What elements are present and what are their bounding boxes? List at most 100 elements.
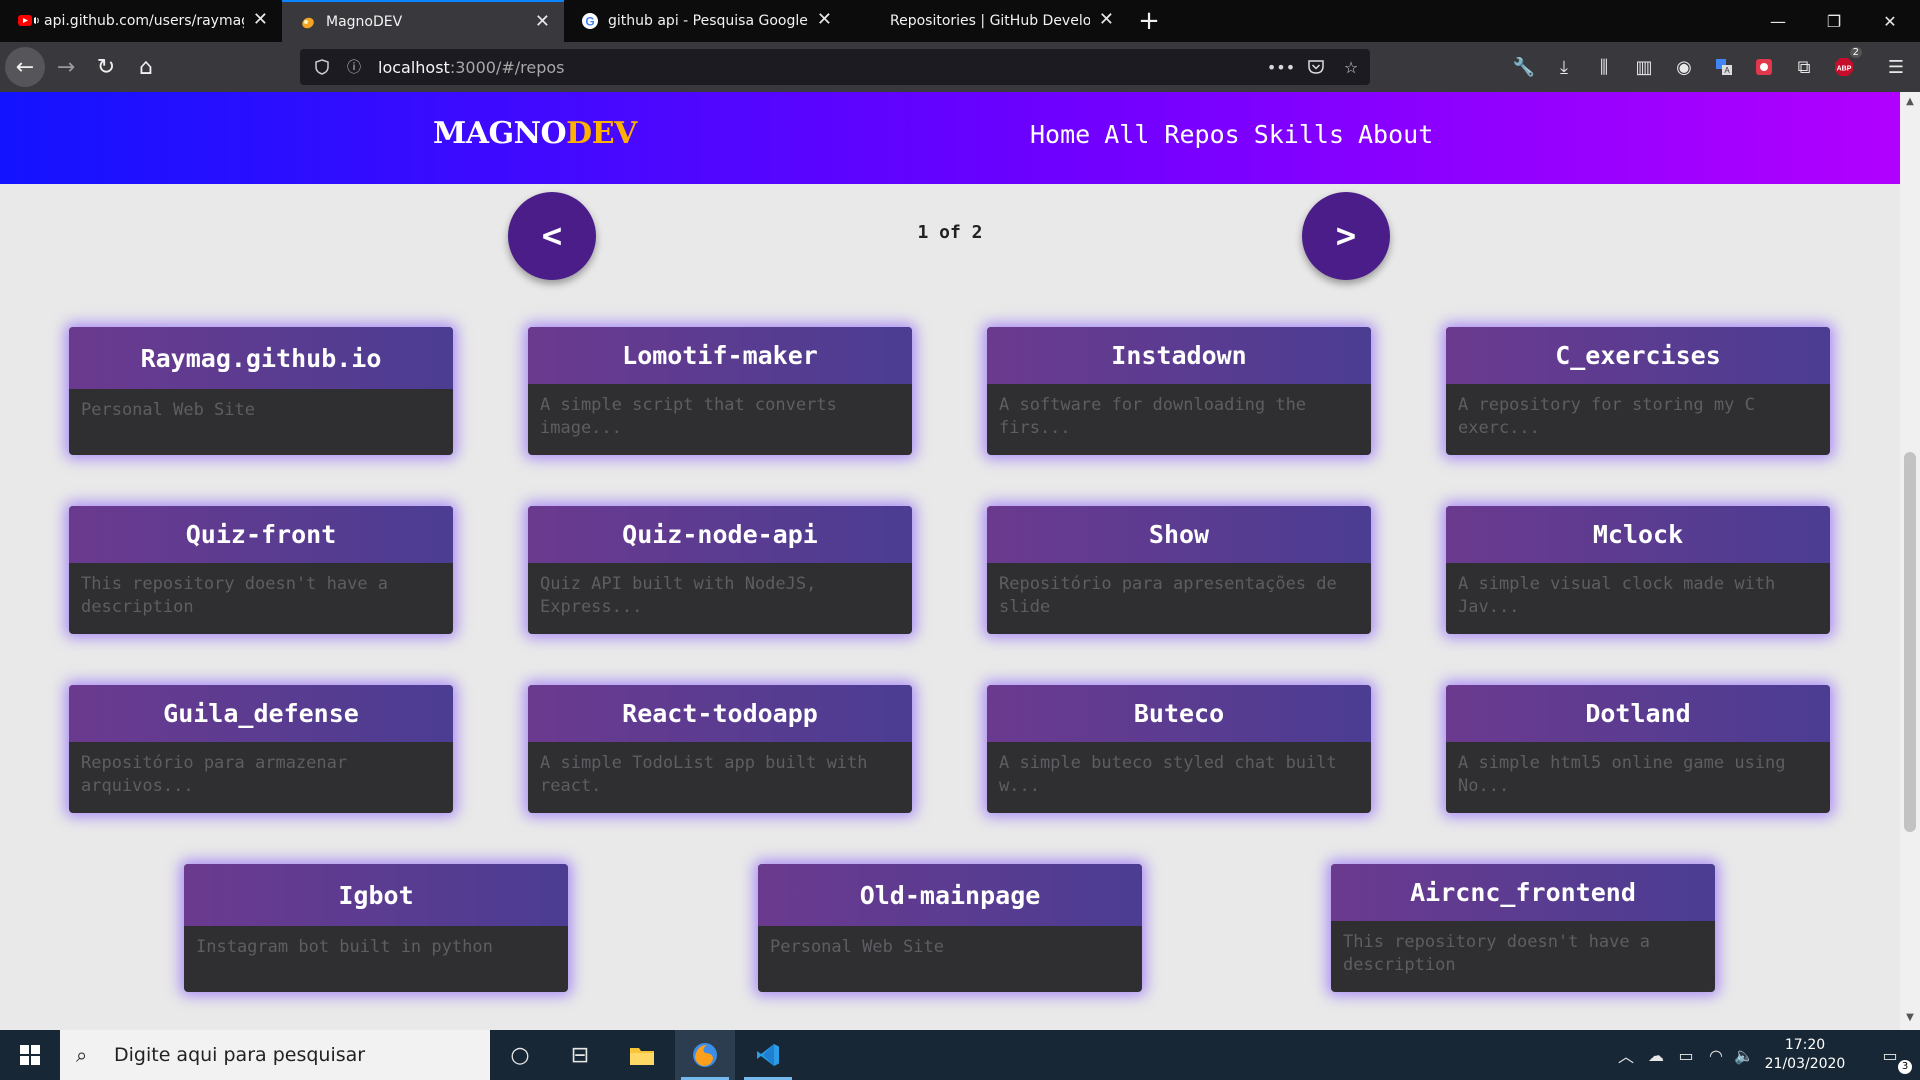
nav-home[interactable]: Home bbox=[1030, 120, 1090, 149]
tab-github-api-repos[interactable]: api.github.com/users/raymag/repos ✕ bbox=[0, 0, 282, 42]
tab-close-icon[interactable]: ✕ bbox=[253, 9, 268, 30]
tab-close-icon[interactable]: ✕ bbox=[1099, 9, 1114, 30]
repo-description: Personal Web Site bbox=[81, 400, 255, 420]
nav-skills[interactable]: Skills bbox=[1254, 120, 1344, 149]
tab-magnodev[interactable]: MagnoDEV ✕ bbox=[282, 0, 564, 42]
firefox-icon[interactable] bbox=[675, 1030, 735, 1080]
onedrive-icon[interactable]: ☁ bbox=[1642, 1030, 1670, 1080]
cortana-icon[interactable]: ○ bbox=[490, 1030, 550, 1080]
repo-description: Repositório para apresentações de slide bbox=[999, 574, 1337, 617]
url-path: :3000/#/repos bbox=[449, 57, 565, 77]
repo-card[interactable]: C_exercises A repository for storing my … bbox=[1446, 327, 1830, 455]
battery-icon[interactable]: ▭ bbox=[1672, 1030, 1700, 1080]
download-icon[interactable]: ⤓ bbox=[1552, 55, 1576, 79]
site-logo[interactable]: MAGNODEV bbox=[433, 116, 637, 151]
browser-toolbar: ← → ↻ ⌂ ⓘ localhost:3000/#/repos ••• ☆ 🔧… bbox=[0, 42, 1920, 92]
repo-description: This repository doesn't have a descripti… bbox=[81, 574, 389, 617]
repo-name: Buteco bbox=[987, 685, 1371, 742]
library-icon[interactable]: ⫼ bbox=[1592, 55, 1616, 79]
repo-name: Guila_defense bbox=[69, 685, 453, 742]
scrollbar-thumb[interactable] bbox=[1904, 452, 1916, 832]
taskbar-search-box[interactable]: ⌕ Digite aqui para pesquisar bbox=[60, 1030, 490, 1080]
repo-card[interactable]: Quiz-node-api Quiz API built with NodeJS… bbox=[528, 506, 912, 634]
repo-name: Old-mainpage bbox=[758, 864, 1142, 926]
repo-name: Raymag.github.io bbox=[69, 327, 453, 389]
svg-text:G: G bbox=[585, 15, 594, 29]
repo-name: C_exercises bbox=[1446, 327, 1830, 384]
repo-description: A simple buteco styled chat built w... bbox=[999, 753, 1337, 796]
extension-red-icon[interactable] bbox=[1752, 55, 1776, 79]
extension-badge: 2 bbox=[1849, 47, 1862, 58]
repo-description: Instagram bot built in python bbox=[196, 937, 493, 957]
repo-card[interactable]: Instadown A software for downloading the… bbox=[987, 327, 1371, 455]
tab-github-developer[interactable]: Repositories | GitHub Developer Guide ✕ bbox=[846, 0, 1128, 42]
bookmark-star-icon[interactable]: ☆ bbox=[1340, 57, 1362, 77]
repo-card[interactable]: Raymag.github.io Personal Web Site bbox=[69, 327, 453, 455]
page-scrollbar[interactable]: ▲ ▼ bbox=[1900, 92, 1920, 1030]
extension-window-icon[interactable]: ⧉ bbox=[1792, 55, 1816, 79]
windows-start-icon[interactable] bbox=[0, 1030, 60, 1080]
windows-taskbar: ⌕ Digite aqui para pesquisar ○ ⊟ ︿ ☁ ▭ ◠… bbox=[0, 1030, 1920, 1080]
home-icon[interactable]: ⌂ bbox=[126, 47, 166, 87]
page-actions-icon[interactable]: ••• bbox=[1267, 57, 1295, 77]
tab-close-icon[interactable]: ✕ bbox=[535, 11, 550, 32]
repo-card[interactable]: Old-mainpage Personal Web Site bbox=[758, 864, 1142, 992]
repo-name: Aircnc_frontend bbox=[1331, 864, 1715, 921]
close-window-icon[interactable]: ✕ bbox=[1862, 0, 1918, 42]
task-view-icon[interactable]: ⊟ bbox=[550, 1030, 610, 1080]
logo-accent: DEV bbox=[566, 116, 637, 151]
back-icon[interactable]: ← bbox=[5, 47, 45, 87]
reload-icon[interactable]: ↻ bbox=[86, 47, 126, 87]
tab-label: api.github.com/users/raymag/repos bbox=[44, 13, 244, 29]
repo-name: Mclock bbox=[1446, 506, 1830, 563]
pocket-icon[interactable] bbox=[1305, 57, 1327, 77]
repo-card[interactable]: React-todoapp A simple TodoList app buil… bbox=[528, 685, 912, 813]
scroll-up-icon[interactable]: ▲ bbox=[1904, 96, 1916, 110]
vscode-icon[interactable] bbox=[738, 1030, 798, 1080]
forward-icon[interactable]: → bbox=[46, 47, 86, 87]
wrench-icon[interactable]: 🔧 bbox=[1512, 55, 1536, 79]
repo-card[interactable]: Igbot Instagram bot built in python bbox=[184, 864, 568, 992]
prev-page-button[interactable]: < bbox=[508, 192, 596, 280]
account-icon[interactable]: ◉ bbox=[1672, 55, 1696, 79]
repo-description: A software for downloading the firs... bbox=[999, 395, 1307, 438]
repo-card[interactable]: Buteco A simple buteco styled chat built… bbox=[987, 685, 1371, 813]
repo-description: A simple TodoList app built with react. bbox=[540, 753, 868, 796]
shield-icon[interactable] bbox=[312, 57, 332, 77]
site-nav: Home All Repos Skills About bbox=[1030, 120, 1433, 149]
repo-name: Dotland bbox=[1446, 685, 1830, 742]
show-hidden-icons-icon[interactable]: ︿ bbox=[1612, 1030, 1640, 1080]
nav-about[interactable]: About bbox=[1358, 120, 1433, 149]
repo-name: Quiz-node-api bbox=[528, 506, 912, 563]
notifications-icon[interactable]: ▭ 3 bbox=[1862, 1030, 1918, 1080]
hamburger-menu-icon[interactable]: ☰ bbox=[1884, 55, 1908, 79]
minimize-icon[interactable]: — bbox=[1750, 0, 1806, 42]
clock-date: 21/03/2020 bbox=[1764, 1056, 1846, 1072]
wifi-icon[interactable]: ◠ bbox=[1702, 1030, 1730, 1080]
scroll-down-icon[interactable]: ▼ bbox=[1904, 1012, 1916, 1026]
url-bar[interactable]: ⓘ localhost:3000/#/repos ••• ☆ bbox=[300, 49, 1370, 85]
repo-description: A repository for storing my C exerc... bbox=[1458, 395, 1755, 438]
repo-card[interactable]: Dotland A simple html5 online game using… bbox=[1446, 685, 1830, 813]
file-explorer-icon[interactable] bbox=[612, 1030, 672, 1080]
repo-card[interactable]: Quiz-front This repository doesn't have … bbox=[69, 506, 453, 634]
repo-card[interactable]: Lomotif-maker A simple script that conve… bbox=[528, 327, 912, 455]
restore-icon[interactable]: ❐ bbox=[1806, 0, 1862, 42]
youtube-audio-icon bbox=[18, 13, 39, 29]
repo-description: A simple visual clock made with Jav... bbox=[1458, 574, 1776, 617]
repo-card[interactable]: Mclock A simple visual clock made with J… bbox=[1446, 506, 1830, 634]
nav-all-repos[interactable]: All Repos bbox=[1104, 120, 1239, 149]
sidebar-icon[interactable]: ▥ bbox=[1632, 55, 1656, 79]
translate-icon[interactable]: A bbox=[1712, 55, 1736, 79]
adblock-plus-icon[interactable]: ABP 2 bbox=[1832, 47, 1862, 79]
repo-card[interactable]: Show Repositório para apresentações de s… bbox=[987, 506, 1371, 634]
repo-card[interactable]: Guila_defense Repositório para armazenar… bbox=[69, 685, 453, 813]
next-page-button[interactable]: > bbox=[1302, 192, 1390, 280]
repo-card[interactable]: Aircnc_frontend This repository doesn't … bbox=[1331, 864, 1715, 992]
info-icon[interactable]: ⓘ bbox=[344, 57, 364, 77]
taskbar-clock[interactable]: 17:20 21/03/2020 bbox=[1750, 1036, 1860, 1074]
tab-close-icon[interactable]: ✕ bbox=[817, 9, 832, 30]
tab-google-search[interactable]: G github api - Pesquisa Google ✕ bbox=[564, 0, 846, 42]
page-viewport: MAGNODEV Home All Repos Skills About < 1… bbox=[0, 92, 1900, 1030]
new-tab-icon[interactable]: + bbox=[1128, 0, 1170, 42]
